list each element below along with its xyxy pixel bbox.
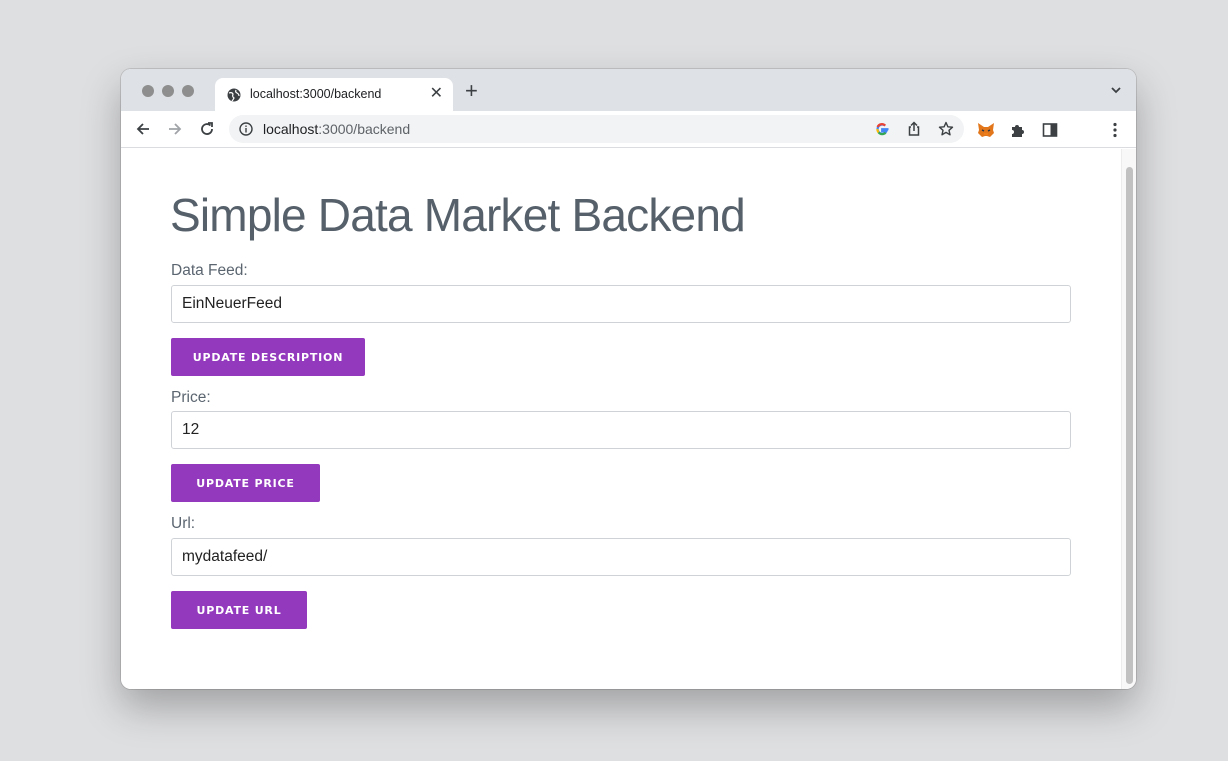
address-bar[interactable]: localhost:3000/backend: [229, 115, 964, 143]
url-path: :3000/backend: [318, 121, 411, 137]
url-text: localhost:3000/backend: [263, 121, 410, 137]
tab-strip: localhost:3000/backend ✕ +: [121, 69, 1136, 111]
google-icon[interactable]: [874, 121, 890, 137]
page-title: Simple Data Market Backend: [170, 189, 746, 241]
menu-icon[interactable]: [1106, 121, 1124, 139]
close-window-dot[interactable]: [142, 85, 154, 97]
browser-window: localhost:3000/backend ✕ + localhost:300…: [121, 69, 1136, 689]
metamask-icon[interactable]: [977, 121, 995, 139]
toolbar: localhost:3000/backend: [121, 111, 1136, 148]
update-price-button[interactable]: UPDATE PRICE: [171, 464, 320, 502]
reload-icon[interactable]: [198, 120, 216, 138]
star-icon[interactable]: [938, 121, 954, 137]
update-url-button[interactable]: UPDATE URL: [171, 591, 307, 629]
back-icon[interactable]: [134, 120, 152, 138]
page-content: Simple Data Market Backend Data Feed: UP…: [121, 149, 1121, 689]
info-icon[interactable]: [239, 122, 253, 136]
price-label: Price:: [171, 389, 211, 406]
update-description-button[interactable]: UPDATE DESCRIPTION: [171, 338, 365, 376]
scrollbar-thumb[interactable]: [1126, 167, 1133, 684]
url-label: Url:: [171, 515, 196, 532]
sidepanel-icon[interactable]: [1041, 121, 1059, 139]
price-input[interactable]: [171, 411, 1071, 449]
share-icon[interactable]: [906, 121, 922, 137]
scrollbar[interactable]: [1121, 149, 1136, 689]
tab-title: localhost:3000/backend: [250, 87, 382, 101]
data-feed-label: Data Feed:: [171, 262, 248, 279]
url-input[interactable]: [171, 538, 1071, 576]
tab-close-icon[interactable]: ✕: [430, 85, 443, 103]
minimize-window-dot[interactable]: [162, 85, 174, 97]
tab-search-icon[interactable]: [1110, 85, 1122, 95]
extensions-icon[interactable]: [1009, 121, 1027, 139]
url-host: localhost: [263, 121, 319, 137]
forward-icon[interactable]: [166, 120, 184, 138]
tab-active[interactable]: localhost:3000/backend ✕: [215, 78, 453, 111]
data-feed-input[interactable]: [171, 285, 1071, 323]
new-tab-button[interactable]: +: [465, 80, 478, 102]
zoom-window-dot[interactable]: [182, 85, 194, 97]
globe-icon: [227, 88, 241, 102]
